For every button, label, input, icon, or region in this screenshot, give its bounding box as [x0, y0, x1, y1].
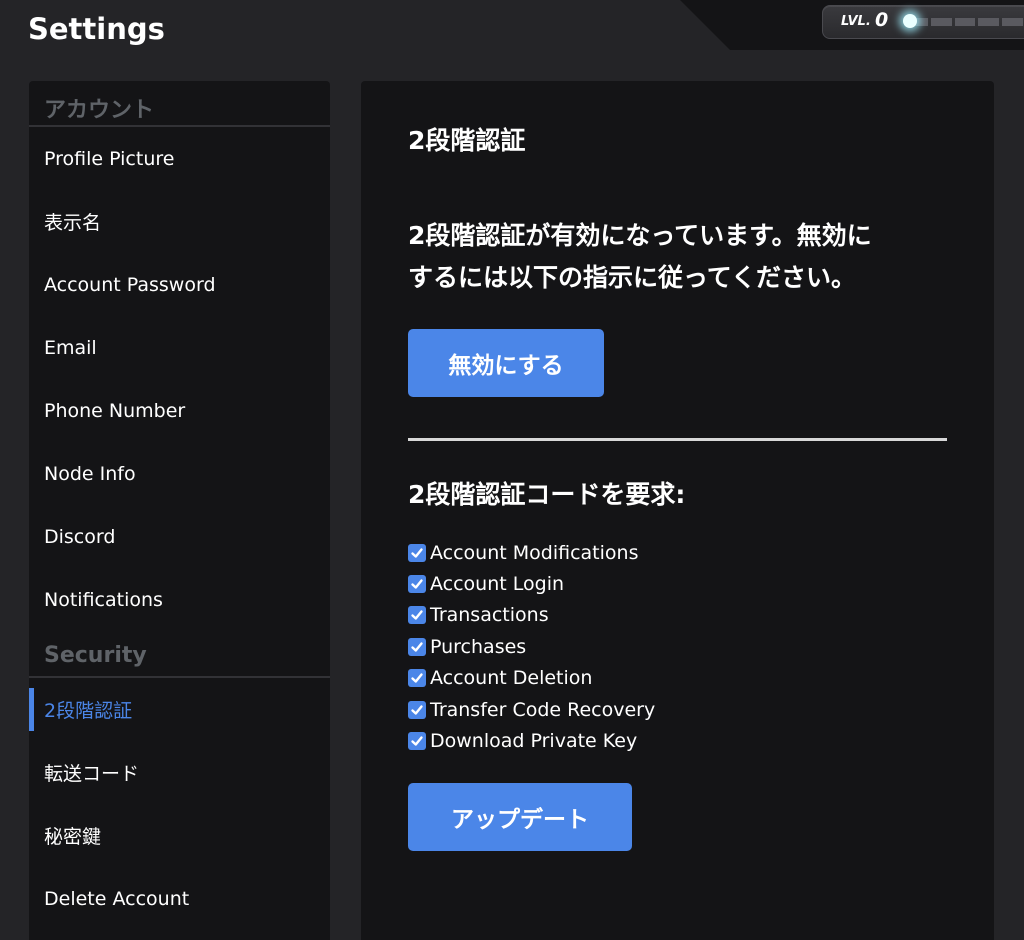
status-line-1: 2段階認証が有効になっています。無効に — [408, 221, 872, 250]
option-transfer-code-recovery[interactable]: Transfer Code Recovery — [408, 694, 655, 725]
two-factor-panel: 2段階認証 2段階認証が有効になっています。無効に するには以下の指示に従ってく… — [361, 81, 994, 940]
panel-title: 2段階認証 — [408, 126, 526, 155]
checkbox-checked-icon[interactable] — [408, 669, 426, 688]
sidebar-item-phone-number[interactable]: Phone Number — [29, 379, 330, 442]
option-label: Download Private Key — [430, 730, 638, 753]
option-account-modifications[interactable]: Account Modifications — [408, 537, 655, 568]
sidebar-item-transfer-code[interactable]: 転送コード — [29, 741, 330, 804]
two-factor-status-message: 2段階認証が有効になっています。無効に するには以下の指示に従ってください。 — [408, 215, 968, 299]
require-code-heading: 2段階認証コードを要求: — [408, 480, 686, 509]
sidebar-item-two-factor-auth[interactable]: 2段階認証 — [29, 678, 330, 741]
level-progress-glow — [903, 14, 917, 28]
settings-sidebar: アカウント Profile Picture 表示名 Account Passwo… — [29, 81, 330, 940]
checkbox-checked-icon[interactable] — [408, 637, 426, 656]
option-account-login[interactable]: Account Login — [408, 568, 655, 599]
option-account-deletion[interactable]: Account Deletion — [408, 663, 655, 694]
sidebar-item-discord[interactable]: Discord — [29, 505, 330, 568]
sidebar-item-private-key[interactable]: 秘密鍵 — [29, 804, 330, 867]
disable-two-factor-button[interactable]: 無効にする — [408, 329, 604, 397]
sidebar-item-display-name[interactable]: 表示名 — [29, 190, 330, 253]
sidebar-item-node-info[interactable]: Node Info — [29, 442, 330, 505]
option-label: Account Login — [430, 573, 565, 596]
sidebar-item-email[interactable]: Email — [29, 316, 330, 379]
status-line-2: するには以下の指示に従ってください。 — [408, 263, 857, 292]
level-indicator: LVL. 0 — [822, 5, 1024, 39]
option-label: Account Deletion — [430, 667, 593, 690]
sidebar-item-delete-account[interactable]: Delete Account — [29, 867, 330, 930]
option-label: Transactions — [430, 604, 549, 627]
require-code-options: Account Modifications Account Login Tran… — [408, 537, 655, 757]
checkbox-checked-icon[interactable] — [408, 543, 426, 562]
section-heading-security: Security — [29, 632, 330, 678]
option-label: Purchases — [430, 635, 527, 658]
level-progress-track — [907, 18, 1024, 26]
option-label: Account Modifications — [430, 541, 639, 564]
option-transactions[interactable]: Transactions — [408, 600, 655, 631]
option-purchases[interactable]: Purchases — [408, 631, 655, 662]
checkbox-checked-icon[interactable] — [408, 700, 426, 719]
page-title: Settings — [28, 12, 165, 46]
level-label: LVL. — [841, 14, 871, 29]
option-download-private-key[interactable]: Download Private Key — [408, 725, 655, 756]
checkbox-checked-icon[interactable] — [408, 606, 426, 625]
section-heading-account: アカウント — [29, 81, 330, 127]
sidebar-item-notifications[interactable]: Notifications — [29, 568, 330, 631]
option-label: Transfer Code Recovery — [430, 698, 656, 721]
checkbox-checked-icon[interactable] — [408, 732, 426, 751]
sidebar-item-profile-picture[interactable]: Profile Picture — [29, 127, 330, 190]
update-button[interactable]: アップデート — [408, 783, 632, 851]
section-divider — [408, 438, 947, 441]
level-value: 0 — [875, 9, 889, 31]
checkbox-checked-icon[interactable] — [408, 575, 426, 594]
sidebar-item-account-password[interactable]: Account Password — [29, 253, 330, 316]
